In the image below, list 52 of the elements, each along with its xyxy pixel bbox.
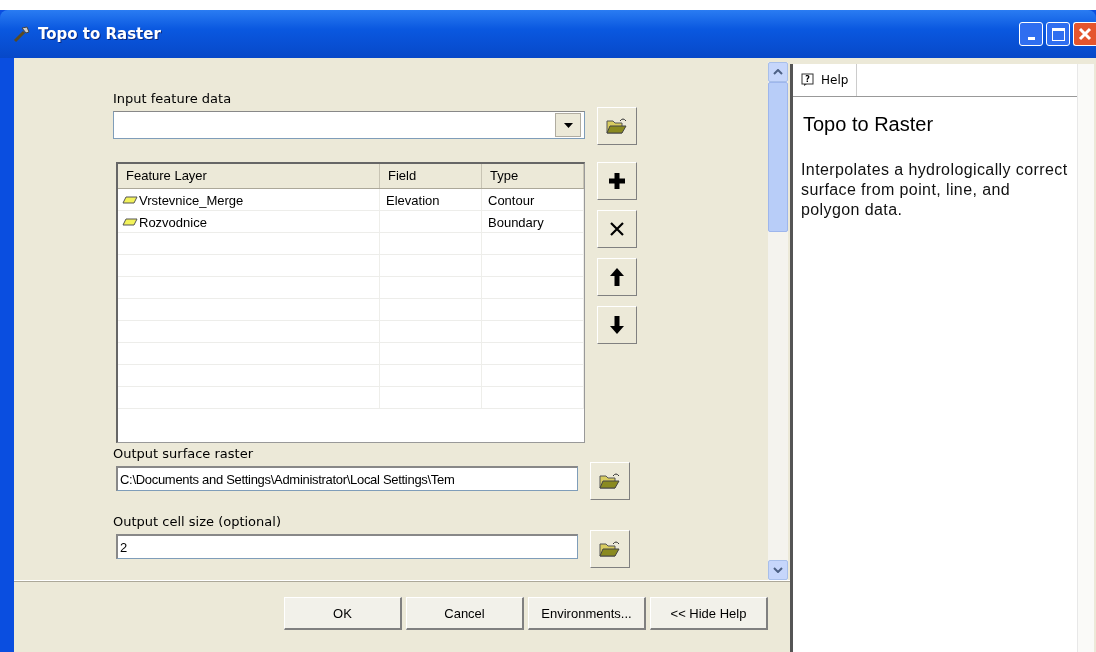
- scroll-up-button[interactable]: [768, 62, 788, 82]
- scroll-down-button[interactable]: [768, 560, 788, 580]
- table-cell: Boundary: [488, 214, 544, 230]
- field-label: Output surface raster: [113, 446, 254, 463]
- input-field[interactable]: 2: [116, 534, 578, 559]
- help-icon: ?: [801, 73, 815, 87]
- close-icon: [1078, 27, 1092, 41]
- dialog-button[interactable]: << Hide Help: [650, 597, 768, 630]
- chevron-down-icon: [773, 567, 783, 573]
- dialog-button[interactable]: Environments...: [528, 597, 646, 630]
- browse-button[interactable]: [597, 107, 637, 145]
- window-title: Topo to Raster: [38, 25, 162, 43]
- column-header[interactable]: Feature Layer: [118, 164, 380, 188]
- help-title: Topo to Raster: [802, 112, 935, 136]
- browse-button[interactable]: [590, 462, 630, 500]
- dialog-button[interactable]: OK: [284, 597, 402, 630]
- plus-icon: [608, 172, 626, 190]
- close-button[interactable]: [1073, 22, 1096, 46]
- move-up-button[interactable]: [597, 258, 637, 296]
- close-icon: [609, 221, 625, 237]
- scrollbar[interactable]: [1077, 64, 1094, 652]
- line-layer-icon: [122, 196, 138, 204]
- chevron-up-icon: [773, 69, 783, 75]
- arrow-down-icon: [610, 316, 624, 334]
- input-field[interactable]: C:\Documents and Settings\Administrator\Local Settings\Tem: [116, 466, 578, 491]
- add-button[interactable]: [597, 162, 637, 200]
- dropdown-arrow-icon: [563, 122, 573, 128]
- folder-icon: [599, 472, 621, 490]
- table-cell: Contour: [488, 192, 535, 208]
- browse-button[interactable]: [590, 530, 630, 568]
- arrow-up-icon: [610, 268, 624, 286]
- field-label: Output cell size (optional): [113, 514, 282, 531]
- column-header[interactable]: Type: [482, 164, 584, 188]
- move-down-button[interactable]: [597, 306, 637, 344]
- table-cell: Elevation: [386, 192, 440, 208]
- help-tab[interactable]: ? Help: [793, 64, 858, 96]
- table-cell: Rozvodnice: [139, 214, 207, 230]
- hammer-icon: [12, 24, 32, 44]
- help-description: Interpolates a hydrologically correct surface from point, line, and polygon data.: [800, 160, 1069, 220]
- folder-icon: [599, 540, 621, 558]
- column-header[interactable]: Field: [380, 164, 482, 188]
- table-cell: Vrstevnice_Merge: [139, 192, 244, 208]
- maximize-button[interactable]: [1046, 22, 1070, 46]
- folder-icon: [606, 117, 628, 135]
- minimize-button[interactable]: [1019, 22, 1043, 46]
- remove-button[interactable]: [597, 210, 637, 248]
- dialog-button[interactable]: Cancel: [406, 597, 524, 630]
- scrollbar[interactable]: [768, 62, 788, 580]
- field-label: Input feature data: [113, 91, 233, 108]
- scroll-thumb[interactable]: [768, 82, 788, 232]
- line-layer-icon: [122, 218, 138, 226]
- input-dropdown[interactable]: [113, 111, 585, 139]
